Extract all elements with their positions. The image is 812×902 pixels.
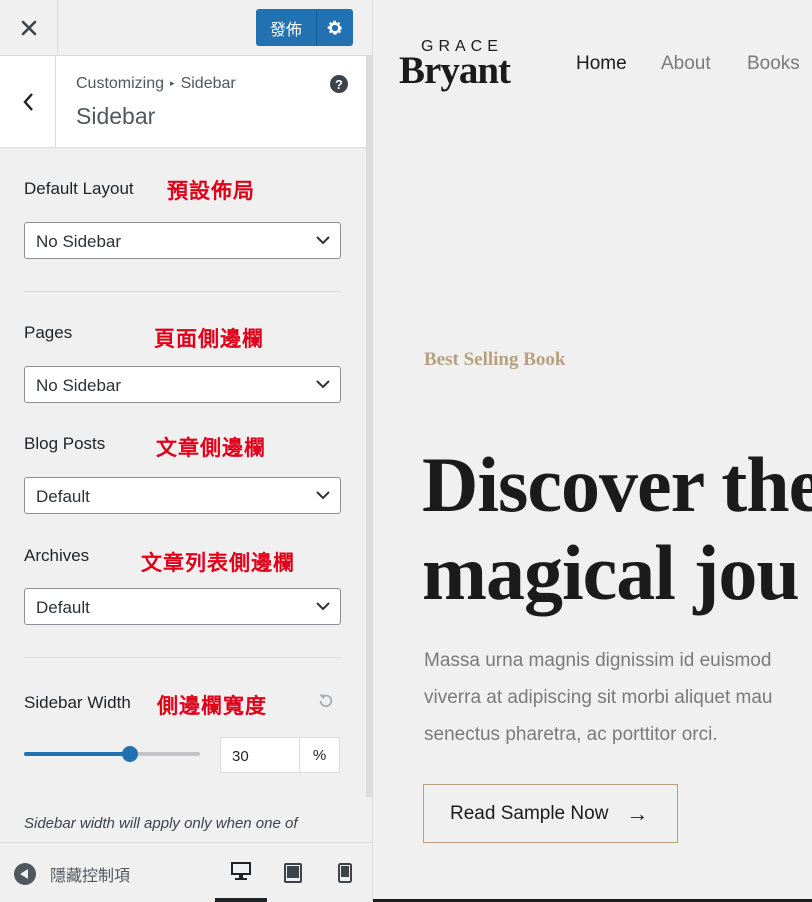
- archives-annotation: 文章列表側邊欄: [141, 551, 295, 575]
- collapse-arrow-icon: [14, 863, 36, 885]
- nav-books[interactable]: Books: [747, 53, 800, 75]
- pages-select[interactable]: No Sidebar: [24, 366, 341, 403]
- hero-body-line: Massa urna magnis dignissim id euismod: [424, 650, 772, 671]
- arrow-right-icon: →: [626, 800, 649, 826]
- nav-about[interactable]: About: [661, 53, 711, 75]
- breadcrumb-current: Sidebar: [180, 75, 236, 92]
- mobile-icon: [338, 862, 352, 883]
- archives-label: Archives: [24, 546, 90, 565]
- desktop-icon: [231, 861, 251, 880]
- sidebar-width-label: Sidebar Width: [24, 693, 131, 712]
- nav-home[interactable]: Home: [576, 53, 627, 75]
- customizer-panel: 發佈 Customizing ▸ Sidebar Sidebar ? Default…: [0, 0, 373, 902]
- pages-value: No Sidebar: [36, 376, 122, 395]
- tablet-icon: [284, 862, 302, 883]
- archives-value: Default: [36, 598, 90, 617]
- slider-fill: [24, 752, 130, 756]
- reset-icon[interactable]: [318, 693, 334, 709]
- chevron-down-icon: [316, 602, 330, 611]
- sidebar-width-unit: %: [299, 737, 340, 773]
- back-button[interactable]: [0, 56, 56, 147]
- preview-mobile-button[interactable]: [319, 843, 371, 902]
- customizer-header: 發佈: [0, 0, 372, 56]
- chevron-down-icon: [316, 236, 330, 245]
- sidebar-width-input[interactable]: 30: [220, 737, 300, 773]
- sidebar-width-annotation: 側邊欄寬度: [157, 694, 267, 718]
- cta-label: Read Sample Now: [450, 802, 609, 824]
- blog-posts-annotation: 文章側邊欄: [156, 436, 266, 460]
- breadcrumb-root: Customizing: [76, 75, 165, 92]
- chevron-down-icon: [316, 380, 330, 389]
- default-layout-value: No Sidebar: [36, 232, 122, 251]
- publish-button[interactable]: 發佈: [256, 9, 316, 46]
- default-layout-annotation: 預設佈局: [167, 179, 255, 203]
- help-icon[interactable]: ?: [330, 75, 348, 93]
- breadcrumb-separator-icon: ▸: [170, 78, 175, 88]
- slider-handle[interactable]: [121, 746, 138, 762]
- archives-select[interactable]: Default: [24, 588, 341, 625]
- read-sample-button[interactable]: Read Sample Now →: [423, 784, 678, 843]
- hero-eyebrow: Best Selling Book: [424, 349, 566, 370]
- chevron-down-icon: [316, 491, 330, 500]
- panel-scrollbar[interactable]: [366, 56, 373, 797]
- breadcrumb: Customizing ▸ Sidebar: [76, 75, 236, 93]
- section-header: Customizing ▸ Sidebar Sidebar ?: [0, 56, 366, 148]
- divider: [24, 657, 341, 658]
- close-icon: [21, 20, 36, 35]
- site-logo[interactable]: Bryant: [399, 48, 511, 93]
- pages-label: Pages: [24, 323, 73, 342]
- pages-annotation: 頁面側邊欄: [154, 327, 264, 351]
- hero-body-line: viverra at adipiscing sit morbi aliquet …: [424, 687, 773, 708]
- divider: [24, 291, 341, 292]
- customizer-footer: 隱藏控制項: [0, 842, 372, 902]
- blog-posts-value: Default: [36, 487, 90, 506]
- preview-tablet-button[interactable]: [267, 843, 319, 902]
- hero-headline-line-2: magical jou: [422, 529, 800, 616]
- gear-icon: [327, 20, 343, 35]
- chevron-left-icon: [22, 92, 33, 111]
- collapse-sidebar-button[interactable]: 隱藏控制項: [14, 862, 130, 886]
- default-layout-label: Default Layout: [24, 179, 134, 198]
- site-preview: GRACE Bryant Home About Books Best Selli…: [373, 0, 812, 902]
- preview-desktop-button[interactable]: [215, 843, 267, 902]
- section-title: Sidebar: [76, 103, 156, 129]
- close-button[interactable]: [0, 0, 58, 55]
- sidebar-width-description: Sidebar width will apply only when one o…: [24, 815, 298, 832]
- publish-settings-button[interactable]: [316, 9, 353, 46]
- hero-body-line: senectus pharetra, ac porttitor orci.: [424, 724, 718, 745]
- blog-posts-label: Blog Posts: [24, 434, 106, 453]
- collapse-label: 隱藏控制項: [50, 866, 131, 885]
- blog-posts-select[interactable]: Default: [24, 477, 341, 514]
- sidebar-width-slider[interactable]: [24, 746, 200, 762]
- hero-headline-line-1: Discover the: [422, 441, 812, 528]
- default-layout-select[interactable]: No Sidebar: [24, 222, 341, 259]
